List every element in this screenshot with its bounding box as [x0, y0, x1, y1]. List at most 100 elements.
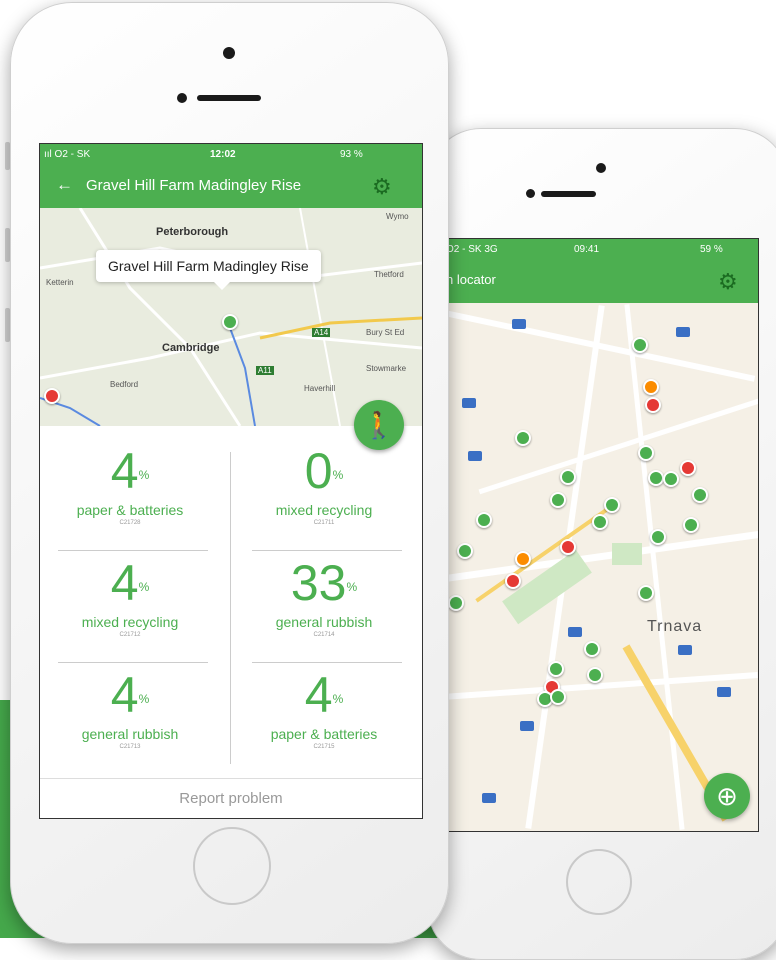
- pedestrian-icon[interactable]: 🚶: [354, 400, 404, 450]
- location-map[interactable]: Peterborough Ketterin Cambridge Bedford …: [40, 208, 422, 426]
- road-shield: [462, 398, 476, 408]
- bin-pin[interactable]: [550, 492, 566, 508]
- app-title: n locator: [446, 272, 496, 287]
- gear-icon[interactable]: ⚙: [718, 271, 738, 293]
- gear-icon[interactable]: ⚙: [372, 176, 392, 198]
- city-label: Trnava: [647, 618, 703, 635]
- road-shield: [676, 327, 690, 337]
- place-label: Ketterin: [46, 278, 74, 287]
- stat-percent: 0%: [244, 446, 404, 496]
- road-shield: [520, 721, 534, 731]
- stat-percent: 33%: [244, 558, 404, 608]
- bin-pin[interactable]: [638, 585, 654, 601]
- stat-name: general rubbish: [275, 614, 373, 630]
- percent-sign: %: [138, 580, 150, 594]
- map-park: [612, 543, 642, 565]
- battery-label: 59 %: [700, 244, 723, 255]
- map-road: [442, 527, 758, 586]
- bin-pin[interactable]: [550, 689, 566, 705]
- back-arrow-icon[interactable]: ←: [56, 175, 73, 195]
- front-camera: [596, 163, 606, 173]
- percent-sign: %: [138, 468, 150, 482]
- stat-cell: 33% general rubbish C21714: [244, 548, 404, 658]
- place-label: Haverhill: [304, 384, 336, 393]
- stat-percent: 4%: [50, 670, 210, 720]
- selected-bin-pin[interactable]: [222, 314, 238, 330]
- bin-pin[interactable]: [592, 514, 608, 530]
- bin-pin[interactable]: [44, 388, 60, 404]
- clock: 09:41: [574, 244, 600, 255]
- stat-percent: 4%: [244, 670, 404, 720]
- stat-code: C21711: [313, 520, 335, 526]
- home-button[interactable]: [566, 849, 632, 915]
- bin-pin[interactable]: [663, 471, 679, 487]
- stat-cell: 4% mixed recycling C21712: [50, 548, 210, 658]
- bin-pin[interactable]: [692, 487, 708, 503]
- bin-pin[interactable]: [515, 430, 531, 446]
- carrier-label: O2 - SK 3G: [446, 244, 498, 255]
- road-shield: [678, 645, 692, 655]
- bin-map[interactable]: Trnava ⊕: [442, 303, 758, 831]
- bin-pin[interactable]: [515, 551, 531, 567]
- app-title: Gravel Hill Farm Madingley Rise: [86, 177, 302, 194]
- stat-percent: 4%: [50, 446, 210, 496]
- bin-pin[interactable]: [560, 469, 576, 485]
- stat-value: 4: [110, 667, 139, 723]
- bin-pin[interactable]: [683, 517, 699, 533]
- stat-value: 4: [304, 667, 333, 723]
- place-label: Bedford: [110, 380, 139, 389]
- road-shield: [717, 687, 731, 697]
- place-label: Peterborough: [156, 226, 229, 238]
- app-bar: ← Gravel Hill Farm Madingley Rise ⚙: [40, 166, 422, 208]
- stat-name: paper & batteries: [76, 502, 184, 518]
- stat-value: 33: [290, 555, 347, 611]
- bin-pin[interactable]: [638, 445, 654, 461]
- bin-pin[interactable]: [632, 337, 648, 353]
- stat-value: 4: [110, 443, 139, 499]
- waste-stats-grid: 4% paper & batteries C21728 0% mixed rec…: [40, 426, 422, 776]
- road-shield: [482, 793, 496, 803]
- stat-cell: 4% paper & batteries C21728: [50, 436, 210, 546]
- carrier-label: ııl O2 - SK: [44, 149, 91, 160]
- road-shield: [512, 319, 526, 329]
- stat-name: general rubbish: [81, 726, 179, 742]
- bin-pin[interactable]: [648, 470, 664, 486]
- bin-pin[interactable]: [584, 641, 600, 657]
- sensor: [526, 189, 535, 198]
- stat-code: C21714: [313, 632, 335, 638]
- stat-code: C21713: [119, 744, 141, 750]
- clock: 12:02: [210, 149, 236, 160]
- stat-name: mixed recycling: [81, 614, 179, 630]
- speaker: [541, 191, 596, 197]
- stat-cell: 4% general rubbish C21713: [50, 660, 210, 770]
- secondary-screen: O2 - SK 3G 09:41 59 % n locator ⚙ Trnava…: [441, 238, 759, 832]
- bin-pin[interactable]: [645, 397, 661, 413]
- stat-name: mixed recycling: [275, 502, 373, 518]
- bin-pin[interactable]: [560, 539, 576, 555]
- bin-pin[interactable]: [548, 661, 564, 677]
- bin-pin[interactable]: [448, 595, 464, 611]
- stat-value: 0: [304, 443, 333, 499]
- place-label: Thetford: [374, 270, 404, 279]
- percent-sign: %: [346, 580, 358, 594]
- bin-pin[interactable]: [505, 573, 521, 589]
- bin-pin[interactable]: [476, 512, 492, 528]
- sensor: [177, 93, 187, 103]
- bin-pin[interactable]: [643, 379, 659, 395]
- bin-pin[interactable]: [587, 667, 603, 683]
- stat-percent: 4%: [50, 558, 210, 608]
- road-badge: A14: [312, 328, 331, 337]
- report-problem-button[interactable]: Report problem: [40, 778, 422, 818]
- crosshair-icon[interactable]: ⊕: [704, 773, 750, 819]
- front-camera: [223, 47, 235, 59]
- location-callout[interactable]: Gravel Hill Farm Madingley Rise: [96, 250, 321, 290]
- bin-pin[interactable]: [604, 497, 620, 513]
- bin-pin[interactable]: [650, 529, 666, 545]
- bin-pin[interactable]: [680, 460, 696, 476]
- divider: [252, 550, 402, 551]
- home-button[interactable]: [193, 827, 271, 905]
- place-label: Wymo: [386, 212, 409, 221]
- bin-pin[interactable]: [457, 543, 473, 559]
- app-bar: n locator ⚙: [442, 261, 758, 303]
- place-label: Cambridge: [162, 342, 220, 354]
